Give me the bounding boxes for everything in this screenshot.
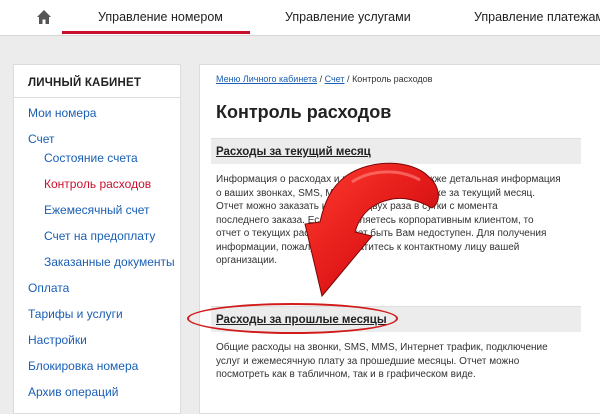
- main-content: Меню Личного кабинета / Счет / Контроль …: [199, 64, 600, 414]
- text-line: Общие расходы на звонки, SMS, MMS, Интер…: [216, 342, 548, 353]
- top-navigation: Управление номером Управление услугами У…: [0, 0, 600, 36]
- text-line: организации.: [216, 255, 278, 266]
- home-icon[interactable]: [36, 9, 52, 25]
- section-link-current-month[interactable]: Расходы за текущий месяц: [216, 146, 371, 158]
- sidebar-item-settings[interactable]: Настройки: [28, 333, 87, 347]
- text-line: услуг и ежемесячную плату за прошедшие м…: [216, 355, 520, 367]
- text-line: посмотреть как в табличном, так и в граф…: [216, 369, 476, 380]
- breadcrumb-current: Контроль расходов: [352, 74, 433, 84]
- sidebar-item-number-block[interactable]: Блокировка номера: [28, 359, 138, 373]
- sidebar-item-operations-archive[interactable]: Архив операций: [28, 385, 118, 399]
- highlight-ellipse: [187, 303, 398, 334]
- section-text-current-month: Информация о расходах и поступлениях, а …: [216, 173, 578, 268]
- text-line: Отчет можно заказать не более двух раза …: [216, 201, 498, 212]
- breadcrumb-separator: /: [347, 74, 350, 84]
- tab-payments-management[interactable]: Управление платежами: [474, 10, 600, 24]
- section-header-current-month: Расходы за текущий месяц: [211, 138, 581, 164]
- sidebar-item-monthly-bill[interactable]: Ежемесячный счет: [44, 203, 150, 217]
- sidebar-title: ЛИЧНЫЙ КАБИНЕТ: [28, 77, 142, 89]
- breadcrumb-link-menu[interactable]: Меню Личного кабинета: [216, 74, 317, 84]
- tab-number-management[interactable]: Управление номером: [98, 10, 223, 24]
- sidebar-item-prepayment-bill[interactable]: Счет на предоплату: [44, 229, 155, 243]
- active-tab-indicator: [62, 31, 250, 34]
- sidebar-item-ordered-documents[interactable]: Заказанные документы: [44, 255, 175, 269]
- section-text-past-months: Общие расходы на звонки, SMS, MMS, Интер…: [216, 341, 578, 382]
- text-line: о ваших звонках, SMS, MMS и Интернет-тра…: [216, 187, 536, 199]
- page-title: Контроль расходов: [216, 102, 392, 122]
- sidebar: ЛИЧНЫЙ КАБИНЕТ Мои номера Счет Состояние…: [13, 64, 181, 414]
- sidebar-divider: [14, 97, 180, 98]
- breadcrumb: Меню Личного кабинета / Счет / Контроль …: [216, 74, 432, 84]
- text-line: последнего заказа. Если вы являетесь кор…: [216, 214, 534, 226]
- sidebar-item-payment[interactable]: Оплата: [28, 281, 69, 295]
- tab-services-management[interactable]: Управление услугами: [285, 10, 411, 24]
- text-line: отчет о текущих расходах может быть Вам …: [216, 228, 547, 239]
- sidebar-item-expense-control[interactable]: Контроль расходов: [44, 177, 151, 191]
- text-line: Информация о расходах и поступлениях, а …: [216, 174, 561, 185]
- sidebar-item-my-numbers[interactable]: Мои номера: [28, 106, 96, 120]
- sidebar-item-tariffs[interactable]: Тарифы и услуги: [28, 307, 123, 321]
- breadcrumb-link-account[interactable]: Счет: [325, 74, 345, 84]
- breadcrumb-separator: /: [319, 74, 323, 84]
- sidebar-item-account-status[interactable]: Состояние счета: [44, 151, 138, 165]
- sidebar-item-account[interactable]: Счет: [28, 132, 55, 146]
- text-line: информации, пожалуйста, обратитесь к кон…: [216, 241, 520, 253]
